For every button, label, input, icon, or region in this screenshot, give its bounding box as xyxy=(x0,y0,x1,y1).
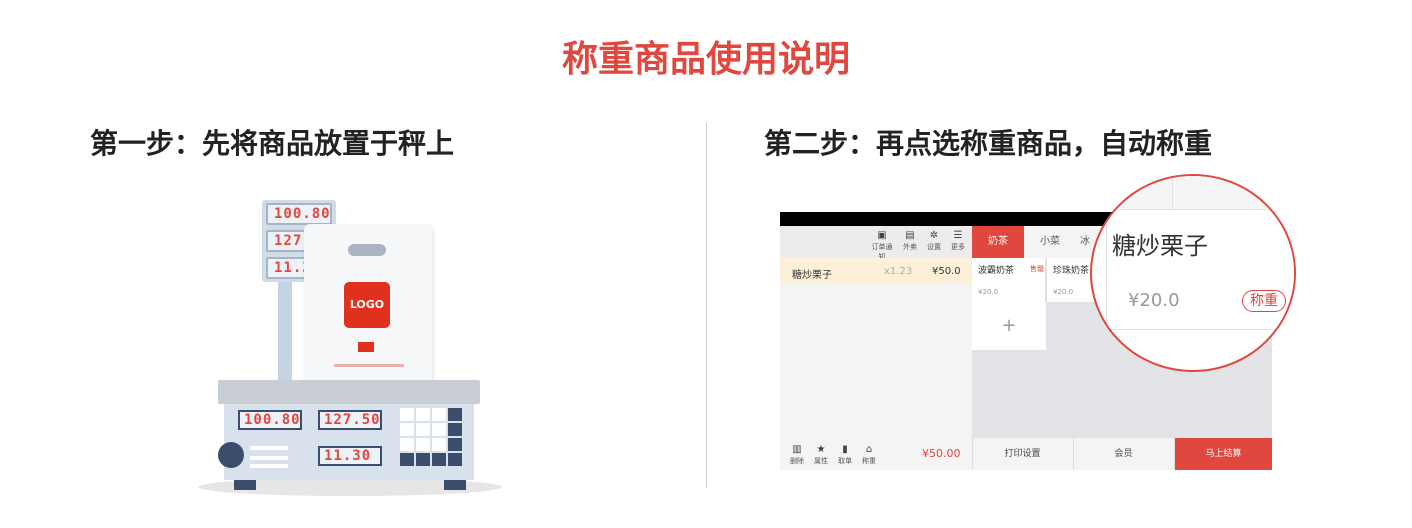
divider xyxy=(706,122,707,488)
head-display-weight: 100.80 xyxy=(266,203,332,225)
bottom-action-label: 属性 xyxy=(814,457,828,465)
keypad-key xyxy=(448,453,462,466)
body-display-weight: 100.80 xyxy=(238,410,302,430)
print-settings-button[interactable]: 打印设置 xyxy=(972,438,1072,470)
bag-logo: LOGO xyxy=(344,282,390,328)
delete-icon: ▥ xyxy=(792,444,802,455)
more-icon: ☰ xyxy=(953,230,963,241)
scale-keypad xyxy=(400,408,464,470)
keypad-key xyxy=(432,438,446,451)
order-list: 糖炒栗子 x1.23 ¥50.0 xyxy=(780,258,972,438)
scale-panel-line xyxy=(250,446,288,450)
order-item-row[interactable]: 糖炒栗子 x1.23 ¥50.0 xyxy=(780,258,972,284)
order-item-name: 糖炒栗子 xyxy=(792,270,832,281)
page-title: 称重商品使用说明 xyxy=(561,39,850,80)
toolbar-label: 设置 xyxy=(927,243,941,251)
scale-knob xyxy=(218,442,244,468)
tab-side-dishes[interactable]: 小菜 xyxy=(1024,226,1076,258)
toolbar-label: 外卖 xyxy=(903,243,917,251)
bottom-action-label: 删除 xyxy=(790,457,804,465)
keypad-key xyxy=(416,453,430,466)
keypad-key xyxy=(432,453,446,466)
product-name: 波霸奶茶 xyxy=(978,266,1015,276)
body-display-price: 127.50 xyxy=(318,410,382,430)
bag-handle-hole xyxy=(348,244,386,256)
bottom-action-label: 称重 xyxy=(862,457,876,465)
step-one-heading: 第一步：先将商品放置于秤上 xyxy=(90,127,455,160)
keypad-key xyxy=(448,423,462,436)
scale-icon: ⌂ xyxy=(865,444,873,455)
toolbar-settings[interactable]: ✲ 设置 xyxy=(922,230,946,252)
weigh-button[interactable]: ⌂ 称重 xyxy=(858,444,880,466)
keypad-key xyxy=(432,423,446,436)
scale-panel-line xyxy=(250,464,288,468)
magnified-product-name: 糖炒栗子 xyxy=(1112,232,1208,260)
scale-foot xyxy=(234,480,256,490)
add-product-button[interactable]: + xyxy=(972,302,1046,350)
order-toolbar: ▣ 订单通知 ▤ 外卖 ✲ 设置 ☰ 更多 xyxy=(780,226,972,261)
order-icon: ▮ xyxy=(842,444,848,455)
keypad-key xyxy=(400,408,414,421)
keypad-key xyxy=(416,408,430,421)
settings-icon: ✲ xyxy=(929,230,939,241)
scale-panel-line xyxy=(250,456,288,460)
bottom-bar: ▥ 删除 ★ 属性 ▮ 取单 ⌂ 称重 ¥50.00 打印设置 会员 马上结算 xyxy=(780,438,1272,470)
sold-out-badge: 售罄 xyxy=(1030,265,1044,273)
step-two-heading: 第二步：再点选称重商品，自动称重 xyxy=(764,127,1213,160)
delete-button[interactable]: ▥ 删除 xyxy=(786,444,808,466)
toolbar-more[interactable]: ☰ 更多 xyxy=(946,230,970,252)
keypad-key xyxy=(400,438,414,451)
weigh-badge-button[interactable]: 称重 xyxy=(1242,290,1286,312)
keypad-key xyxy=(448,408,462,421)
takeout-icon: ▤ xyxy=(905,230,915,241)
magnified-product-price: ¥20.0 xyxy=(1128,290,1180,311)
scale-pole xyxy=(278,278,292,388)
magnifier-divider xyxy=(1172,176,1173,210)
shopping-bag: LOGO xyxy=(304,224,432,386)
attribute-button[interactable]: ★ 属性 xyxy=(810,444,832,466)
keypad-key xyxy=(432,408,446,421)
product-price: ¥20.0 xyxy=(1053,288,1074,296)
toolbar-takeout[interactable]: ▤ 外卖 xyxy=(898,230,922,252)
fetch-order-button[interactable]: ▮ 取单 xyxy=(834,444,856,466)
keypad-key xyxy=(416,438,430,451)
keypad-key xyxy=(448,438,462,451)
scale-illustration: 100.80 127.50 11.30 LOGO 100.80 127.50 1… xyxy=(198,198,502,498)
member-button[interactable]: 会员 xyxy=(1073,438,1173,470)
tab-milk-tea[interactable]: 奶茶 xyxy=(972,226,1024,258)
bottom-action-label: 取单 xyxy=(838,457,852,465)
product-card[interactable]: 波霸奶茶 售罄 ¥20.0 xyxy=(972,258,1046,302)
scale-foot xyxy=(444,480,466,490)
body-display-total: 11.30 xyxy=(318,446,382,466)
keypad-key xyxy=(400,423,414,436)
notice-icon: ▣ xyxy=(877,230,887,241)
bag-qr-mark xyxy=(358,342,374,352)
order-total: ¥50.00 xyxy=(922,447,961,460)
keypad-key xyxy=(416,423,430,436)
order-item-price: ¥50.0 xyxy=(932,266,961,277)
product-price: ¥20.0 xyxy=(978,288,999,296)
magnifier-callout: 糖炒栗子 ¥20.0 称重 xyxy=(1090,174,1296,372)
product-name: 珍珠奶茶 xyxy=(1053,266,1090,276)
keypad-key xyxy=(400,453,414,466)
bag-footer-line xyxy=(334,364,404,367)
magnifier-tab-band xyxy=(1092,176,1294,210)
star-icon: ★ xyxy=(816,444,826,455)
toolbar-label: 更多 xyxy=(951,243,965,251)
scale-plate xyxy=(218,380,480,404)
order-item-qty: x1.23 xyxy=(884,266,913,277)
checkout-button[interactable]: 马上结算 xyxy=(1174,438,1272,470)
